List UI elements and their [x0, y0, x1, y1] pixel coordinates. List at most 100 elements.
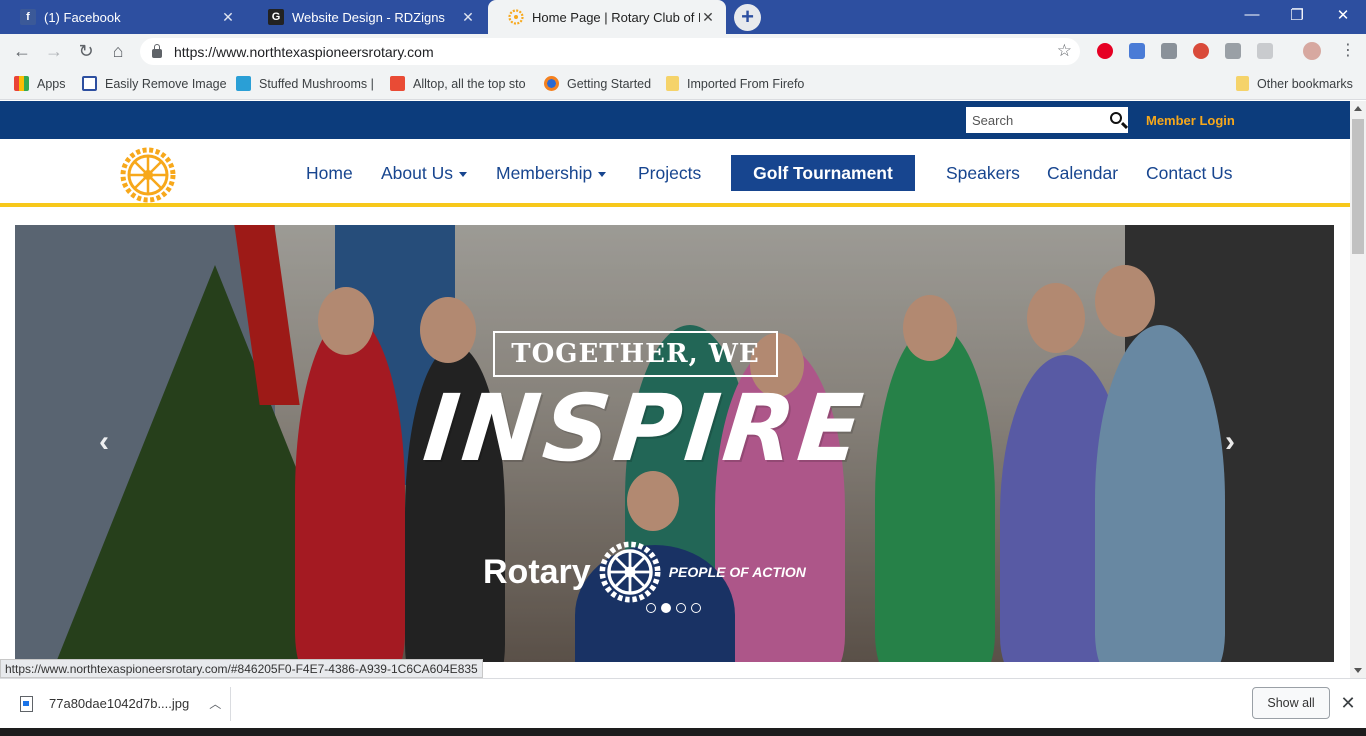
- extension-icon[interactable]: [1257, 43, 1273, 59]
- new-tab-button[interactable]: +: [734, 4, 761, 31]
- bookmark-label: Easily Remove Image: [105, 76, 227, 91]
- bookmarks-bar: Apps Easily Remove Image Stuffed Mushroo…: [0, 68, 1366, 100]
- address-bar[interactable]: https://www.northtexaspioneersrotary.com…: [140, 38, 1080, 65]
- tab-title: (1) Facebook: [44, 9, 121, 25]
- carousel-next-icon[interactable]: ›: [1225, 425, 1235, 459]
- download-shelf: 77a80dae1042d7b....jpg ︿ Show all ✕: [0, 678, 1366, 728]
- carousel-prev-icon[interactable]: ‹: [99, 425, 109, 459]
- apps-grid-icon: [14, 76, 29, 91]
- bookmark-page-icon: [82, 76, 97, 91]
- nav-label: Membership: [496, 163, 593, 183]
- nav-membership[interactable]: Membership: [496, 163, 607, 184]
- close-tab-icon[interactable]: ✕: [460, 9, 476, 26]
- tab-facebook[interactable]: f (1) Facebook ✕: [0, 0, 246, 34]
- status-bar-url: https://www.northtexaspioneersrotary.com…: [0, 659, 483, 678]
- rdzigns-icon: G: [268, 9, 284, 25]
- nav-home[interactable]: Home: [306, 163, 353, 184]
- hero-carousel: TOGETHER, WE INSPIRE Rotary PEOPLE OF AC…: [15, 225, 1334, 662]
- bookmark-star-icon[interactable]: ☆: [1057, 41, 1072, 61]
- nav-speakers[interactable]: Speakers: [946, 163, 1020, 184]
- hero-tagline-small: TOGETHER, WE: [493, 331, 778, 377]
- bookmark-folder[interactable]: Imported From Firefo: [666, 76, 804, 91]
- brand-tagline: PEOPLE OF ACTION: [668, 564, 806, 580]
- download-filename: 77a80dae1042d7b....jpg: [49, 696, 190, 711]
- extension-icon[interactable]: [1129, 43, 1145, 59]
- page-scrollbar[interactable]: [1350, 101, 1366, 678]
- chevron-up-icon[interactable]: ︿: [209, 695, 221, 712]
- menu-icon[interactable]: ⋮: [1336, 40, 1360, 62]
- pinterest-icon[interactable]: [1097, 43, 1113, 59]
- main-nav: Home About Us Membership Projects Golf T…: [0, 139, 1350, 207]
- bookmark-item[interactable]: Stuffed Mushrooms |: [236, 76, 374, 91]
- bookmark-apps[interactable]: Apps: [14, 76, 66, 91]
- hero-headline: INSPIRE: [418, 375, 872, 482]
- bookmark-item[interactable]: Alltop, all the top sto: [390, 76, 526, 91]
- tab-strip: f (1) Facebook ✕ G Website Design - RDZi…: [0, 0, 1366, 34]
- bookmark-label: Other bookmarks: [1257, 76, 1353, 91]
- scroll-down-icon[interactable]: [1354, 668, 1362, 673]
- forward-icon[interactable]: →: [42, 40, 66, 62]
- carousel-dot[interactable]: [691, 603, 701, 613]
- bookmark-item[interactable]: Easily Remove Image: [82, 76, 227, 91]
- rotary-people-of-action-logo: Rotary PEOPLE OF ACTION: [483, 541, 806, 603]
- nav-label: About Us: [381, 163, 453, 183]
- scroll-up-icon[interactable]: [1354, 106, 1362, 111]
- carousel-dot[interactable]: [646, 603, 656, 613]
- rotary-icon: [508, 9, 524, 25]
- url-text: https://www.northtexaspioneersrotary.com: [174, 43, 434, 60]
- folder-icon: [1236, 76, 1249, 91]
- extension-icon[interactable]: [1193, 43, 1209, 59]
- web-page: Member Login Home About Us Membership Pr…: [0, 101, 1350, 662]
- bookmark-page-icon: [236, 76, 251, 91]
- minimize-button[interactable]: —: [1237, 6, 1267, 23]
- extension-icon[interactable]: [1225, 43, 1241, 59]
- carousel-indicators: [646, 603, 706, 613]
- nav-label: Calendar: [1047, 163, 1119, 183]
- rotary-logo[interactable]: [120, 147, 176, 203]
- close-tab-icon[interactable]: ✕: [700, 9, 716, 26]
- carousel-dot[interactable]: [676, 603, 686, 613]
- reload-icon[interactable]: ↻: [74, 40, 98, 62]
- nav-projects[interactable]: Projects: [638, 163, 701, 184]
- tab-title: Home Page | Rotary Club of Nort: [532, 9, 700, 25]
- site-search: [966, 107, 1128, 133]
- home-icon[interactable]: ⌂: [106, 40, 130, 62]
- lock-icon: [152, 43, 162, 58]
- bookmark-label: Imported From Firefo: [687, 76, 805, 91]
- close-tab-icon[interactable]: ✕: [220, 9, 236, 26]
- facebook-icon: f: [20, 9, 36, 25]
- code-extension-icon[interactable]: [1161, 43, 1177, 59]
- nav-golf-tournament[interactable]: Golf Tournament: [731, 155, 915, 191]
- bookmark-item[interactable]: Getting Started: [544, 76, 651, 91]
- back-icon[interactable]: ←: [10, 40, 34, 62]
- os-taskbar: [0, 728, 1366, 736]
- bookmark-label: Alltop, all the top sto: [413, 76, 526, 91]
- brand-wordmark: Rotary: [483, 552, 591, 591]
- bookmark-label: Getting Started: [567, 76, 652, 91]
- avatar[interactable]: [1303, 42, 1321, 60]
- caret-down-icon: [458, 171, 467, 177]
- show-all-button[interactable]: Show all: [1252, 687, 1330, 719]
- nav-label: Speakers: [946, 163, 1020, 183]
- nav-label: Projects: [638, 163, 702, 183]
- utility-bar: Member Login: [0, 101, 1350, 139]
- firefox-icon: [544, 76, 559, 91]
- other-bookmarks[interactable]: Other bookmarks: [1236, 76, 1353, 91]
- close-window-button[interactable]: ✕: [1328, 6, 1358, 24]
- rotary-wheel-icon: [599, 541, 661, 603]
- download-item[interactable]: 77a80dae1042d7b....jpg ︿: [20, 695, 221, 712]
- close-icon[interactable]: ✕: [1338, 693, 1358, 714]
- nav-contact-us[interactable]: Contact Us: [1146, 163, 1233, 184]
- tab-rotary-home[interactable]: Home Page | Rotary Club of Nort ✕: [488, 0, 726, 34]
- search-icon[interactable]: [1110, 112, 1122, 124]
- nav-calendar[interactable]: Calendar: [1047, 163, 1118, 184]
- nav-about-us[interactable]: About Us: [381, 163, 467, 184]
- carousel-dot-active[interactable]: [661, 603, 671, 613]
- search-input[interactable]: [972, 112, 1102, 128]
- restore-button[interactable]: ❐: [1282, 6, 1312, 24]
- scrollbar-thumb[interactable]: [1352, 119, 1364, 254]
- member-login-link[interactable]: Member Login: [1146, 113, 1235, 128]
- nav-label: Contact Us: [1146, 163, 1233, 183]
- tab-rdzigns[interactable]: G Website Design - RDZigns ✕: [248, 0, 486, 34]
- folder-icon: [666, 76, 679, 91]
